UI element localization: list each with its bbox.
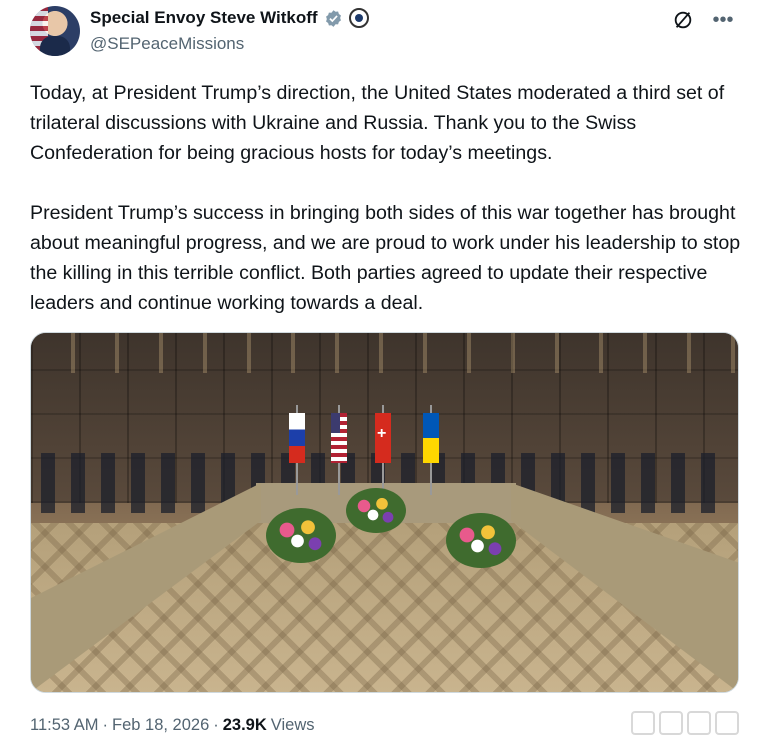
more-horizontal-icon[interactable]: ••• xyxy=(711,8,735,32)
ukraine-flag xyxy=(423,413,439,463)
post-card: Special Envoy Steve Witkoff @SEPeaceMiss… xyxy=(0,0,765,744)
avatar[interactable] xyxy=(30,6,80,56)
views-count: 23.9K xyxy=(222,716,267,734)
watermark-mark xyxy=(659,711,683,735)
russia-flag xyxy=(289,413,305,463)
meta-separator: · xyxy=(102,716,109,734)
post-text: Today, at President Trump’s direction, t… xyxy=(30,78,742,318)
post-metadata: 11:53 AM · Feb 18, 2026 · 23.9K Views xyxy=(30,716,315,735)
meta-separator: · xyxy=(213,716,219,734)
photo-ceiling-lights xyxy=(31,333,738,373)
switzerland-flag xyxy=(375,413,391,463)
usa-flag xyxy=(331,413,347,463)
post-header-actions: ••• xyxy=(671,8,735,32)
verified-icon[interactable] xyxy=(324,9,343,28)
flower-arrangement xyxy=(346,488,406,533)
author-handle[interactable]: @SEPeaceMissions xyxy=(90,34,244,54)
state-department-seal-icon[interactable] xyxy=(348,8,369,28)
flower-arrangement xyxy=(446,513,516,568)
post-paragraph-2: President Trump’s success in bringing bo… xyxy=(30,202,741,314)
post-paragraph-1: Today, at President Trump’s direction, t… xyxy=(30,82,725,164)
watermark-mark xyxy=(631,711,655,735)
watermark-mark xyxy=(687,711,711,735)
avatar-suit xyxy=(40,36,70,56)
flower-arrangement xyxy=(266,508,336,563)
slash-circle-icon[interactable] xyxy=(671,8,695,32)
watermark-logo xyxy=(631,708,751,738)
post-time[interactable]: 11:53 AM xyxy=(30,716,99,735)
author-display-name[interactable]: Special Envoy Steve Witkoff xyxy=(90,8,318,28)
post-date[interactable]: Feb 18, 2026 xyxy=(112,716,209,735)
views-label: Views xyxy=(270,716,315,734)
author-name-row: Special Envoy Steve Witkoff xyxy=(90,8,369,28)
watermark-mark xyxy=(715,711,739,735)
post-photo[interactable] xyxy=(30,332,739,693)
